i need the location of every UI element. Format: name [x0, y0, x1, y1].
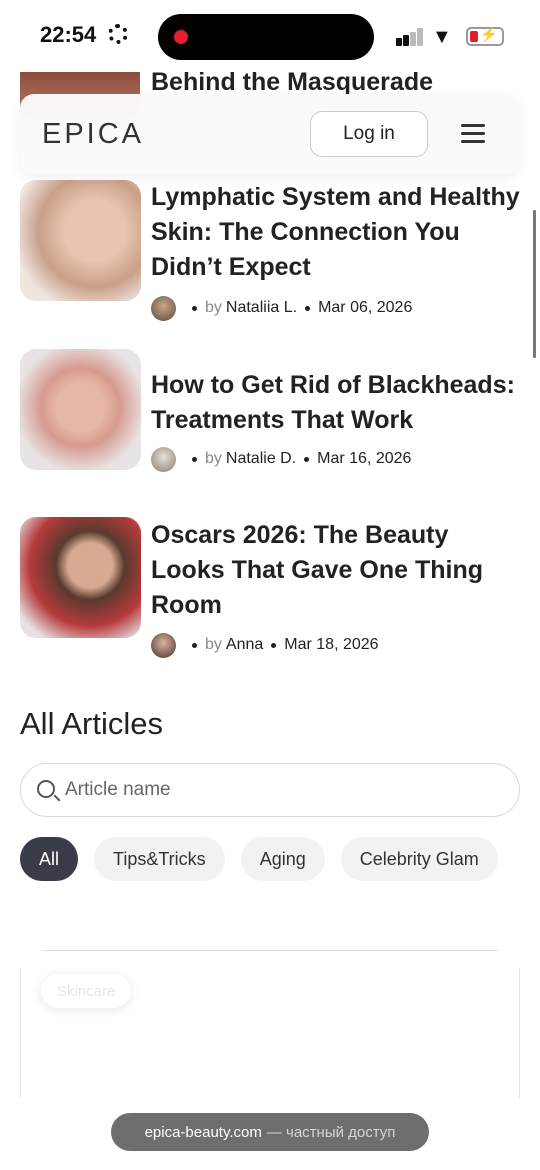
login-button[interactable]: Log in — [310, 111, 428, 157]
article-thumbnail[interactable] — [20, 349, 141, 470]
url-domain: epica-beauty.com — [144, 1123, 262, 1141]
category-tag: Skincare — [41, 974, 132, 1008]
article-date: Mar 18, 2026 — [284, 636, 379, 653]
divider — [42, 950, 498, 951]
article-title[interactable]: Lymphatic System and Healthy Skin: The C… — [151, 180, 521, 285]
search-icon — [37, 780, 55, 798]
article-card[interactable]: Skincare — [20, 968, 520, 1098]
author-avatar — [151, 295, 176, 321]
gear-icon — [108, 24, 128, 44]
article-thumbnail[interactable] — [20, 517, 141, 638]
browser-url-pill[interactable]: epica-beauty.com — частный доступ — [111, 1113, 429, 1151]
by-label: by — [205, 299, 222, 316]
article-title[interactable]: Behind the Masquerade — [151, 68, 433, 97]
recording-dot-icon — [174, 30, 188, 44]
author-avatar — [151, 632, 176, 658]
author-avatar — [151, 446, 176, 472]
hamburger-menu-icon[interactable] — [461, 124, 485, 144]
article-card[interactable]: How to Get Rid of Blackheads: Treatments… — [20, 348, 520, 473]
article-meta: by Anna Mar 18, 2026 — [151, 632, 379, 658]
site-logo[interactable]: EPICA — [42, 118, 144, 151]
article-card[interactable]: Lymphatic System and Healthy Skin: The C… — [20, 180, 521, 321]
category-chip-tips-tricks[interactable]: Tips&Tricks — [94, 837, 225, 881]
author-name: Anna — [225, 636, 264, 653]
scrollbar[interactable] — [533, 210, 536, 358]
status-time: 22:54 — [40, 22, 97, 47]
category-chip-celebrity-glam[interactable]: Celebrity Glam — [340, 837, 498, 881]
wifi-icon: ▼ — [432, 26, 452, 48]
category-chip-all[interactable]: All — [20, 837, 79, 881]
article-meta: by Natalie D. Mar 16, 2026 — [151, 446, 411, 472]
section-title: All Articles — [20, 706, 163, 741]
category-filter: All Tips&Tricks Aging Celebrity Glam — [20, 837, 540, 881]
cellular-signal-icon — [396, 28, 424, 46]
private-access-note: — частный доступ — [266, 1123, 396, 1141]
article-date: Mar 16, 2026 — [317, 450, 412, 467]
article-date: Mar 06, 2026 — [318, 299, 413, 316]
article-meta: by Nataliia L. Mar 06, 2026 — [151, 295, 412, 321]
article-title[interactable]: How to Get Rid of Blackheads: Treatments… — [151, 368, 521, 438]
by-label: by — [205, 636, 222, 653]
author-name: Nataliia L. — [225, 299, 298, 316]
article-card[interactable]: Oscars 2026: The Beauty Looks That Gave … — [20, 516, 520, 661]
by-label: by — [205, 450, 222, 467]
article-thumbnail[interactable] — [20, 180, 141, 301]
battery-charging-icon: ⚡ — [466, 26, 504, 46]
category-chip-aging[interactable]: Aging — [240, 837, 325, 881]
site-header: EPICA Log in — [20, 94, 520, 174]
article-title[interactable]: Oscars 2026: The Beauty Looks That Gave … — [151, 518, 521, 623]
search-input[interactable] — [65, 774, 495, 806]
status-bar: 22:54 ▼ ⚡ — [0, 0, 540, 72]
author-name: Natalie D. — [225, 450, 297, 467]
dynamic-island — [158, 14, 374, 60]
search-field[interactable] — [20, 763, 520, 817]
